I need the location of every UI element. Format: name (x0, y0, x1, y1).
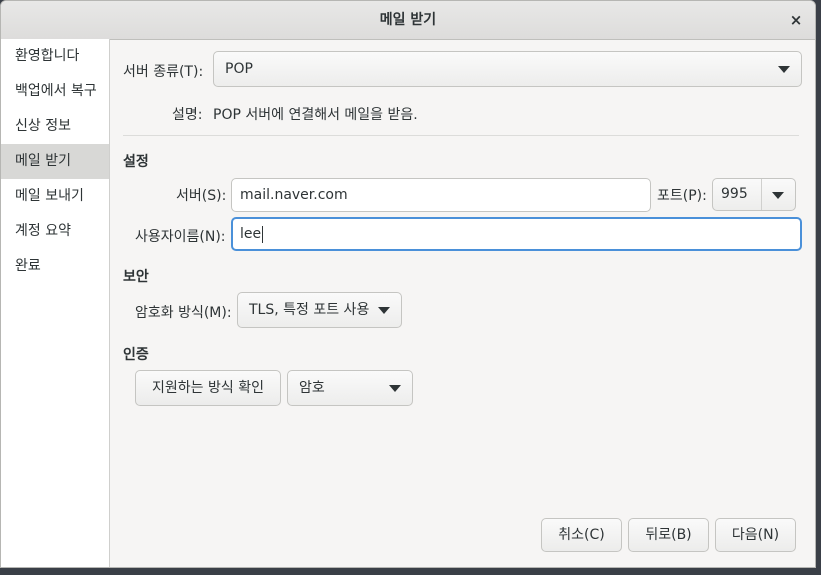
username-label: 사용자이름(N): (135, 229, 226, 245)
port-value: 995 (721, 186, 748, 202)
server-type-combo[interactable]: POP (213, 51, 802, 87)
description-text: POP 서버에 연결해서 메일을 받음. (213, 107, 418, 123)
sidebar-item-welcome[interactable]: 환영합니다 (1, 39, 109, 74)
username-input[interactable]: lee (231, 217, 802, 251)
sidebar-item-receive-mail[interactable]: 메일 받기 (1, 144, 109, 179)
sidebar-item-personal-info[interactable]: 신상 정보 (1, 109, 109, 144)
port-spin[interactable]: 995 (712, 178, 796, 211)
title-bar: 메일 받기 × (1, 1, 815, 40)
dialog-title: 메일 받기 (379, 12, 437, 28)
sidebar-item-done[interactable]: 완료 (1, 249, 109, 284)
chevron-down-icon (778, 66, 790, 73)
divider (123, 135, 799, 136)
sidebar-item-restore-backup[interactable]: 백업에서 복구 (1, 74, 109, 109)
security-heading: 보안 (123, 269, 149, 285)
chevron-down-icon (378, 307, 390, 314)
chevron-down-icon[interactable] (772, 192, 784, 199)
back-button[interactable]: 뒤로(B) (628, 518, 709, 552)
text-cursor (262, 225, 264, 243)
server-label: 서버(S): (176, 188, 227, 204)
dialog-window: 메일 받기 × 환영합니다 백업에서 복구 신상 정보 메일 받기 메일 보내기… (0, 0, 816, 568)
settings-heading: 설정 (123, 154, 149, 170)
auth-heading: 인증 (123, 347, 149, 363)
encryption-combo[interactable]: TLS, 특정 포트 사용 (237, 292, 402, 328)
cancel-button[interactable]: 취소(C) (541, 518, 622, 552)
server-type-label: 서버 종류(T): (123, 64, 204, 80)
auth-method-value: 암호 (299, 380, 325, 396)
sidebar: 환영합니다 백업에서 복구 신상 정보 메일 받기 메일 보내기 계정 요약 완… (1, 39, 110, 567)
port-label: 포트(P): (657, 188, 707, 204)
main-content: 서버 종류(T): POP 설명: POP 서버에 연결해서 메일을 받음. 설… (110, 39, 815, 567)
server-input[interactable]: mail.naver.com (231, 178, 651, 212)
server-type-value: POP (225, 61, 253, 77)
encryption-label: 암호화 방식(M): (135, 305, 232, 321)
chevron-down-icon (389, 385, 401, 392)
encryption-value: TLS, 특정 포트 사용 (249, 302, 370, 318)
sidebar-item-account-summary[interactable]: 계정 요약 (1, 214, 109, 249)
check-supported-methods-button[interactable]: 지원하는 방식 확인 (135, 370, 281, 406)
sidebar-item-send-mail[interactable]: 메일 보내기 (1, 179, 109, 214)
description-label: 설명: (172, 107, 203, 123)
next-button[interactable]: 다음(N) (715, 518, 796, 552)
close-icon[interactable]: × (785, 9, 807, 31)
port-divider (761, 179, 762, 210)
auth-method-combo[interactable]: 암호 (287, 370, 413, 406)
username-value: lee (240, 226, 262, 242)
